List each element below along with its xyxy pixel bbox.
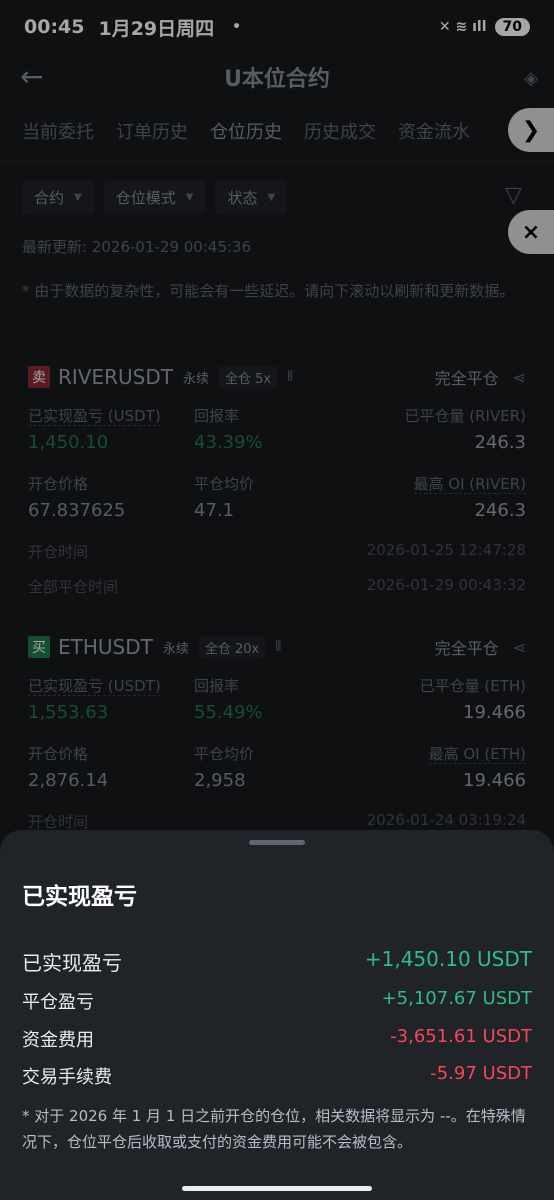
pnl-row-realized: 已实现盈亏 +1,450.10 USDT <box>22 947 532 976</box>
funding-fee-label: 资金费用 <box>22 1030 94 1051</box>
sheet-title: 已实现盈亏 <box>22 884 137 910</box>
sheet-grabber[interactable] <box>249 840 305 845</box>
trade-fee-value: -5.97 USDT <box>430 1063 532 1084</box>
home-indicator[interactable] <box>182 1186 372 1191</box>
funding-fee-value: -3,651.61 USDT <box>390 1026 532 1047</box>
trade-fee-label: 交易手续费 <box>22 1067 112 1088</box>
pnl-row-fee: 交易手续费 -5.97 USDT <box>22 1063 532 1089</box>
close-pnl-label: 平仓盈亏 <box>22 992 94 1013</box>
app-root: 00:45 1月29日周四 • ✕ ≋ ıll 70 ← U本位合约 ◈ 当前委… <box>0 0 554 1200</box>
sheet-footnote: * 对于 2026 年 1 月 1 日之前开仓的仓位，相关数据将显示为 --。在… <box>22 1107 526 1151</box>
pnl-row-close: 平仓盈亏 +5,107.67 USDT <box>22 988 532 1014</box>
realized-pnl-label: 已实现盈亏 <box>22 951 122 975</box>
realized-pnl-total: +1,450.10 USDT <box>364 947 532 971</box>
close-pnl-value: +5,107.67 USDT <box>381 988 532 1009</box>
pnl-bottom-sheet: 已实现盈亏 已实现盈亏 +1,450.10 USDT 平仓盈亏 +5,107.6… <box>0 830 554 1200</box>
pnl-row-funding: 资金费用 -3,651.61 USDT <box>22 1026 532 1052</box>
